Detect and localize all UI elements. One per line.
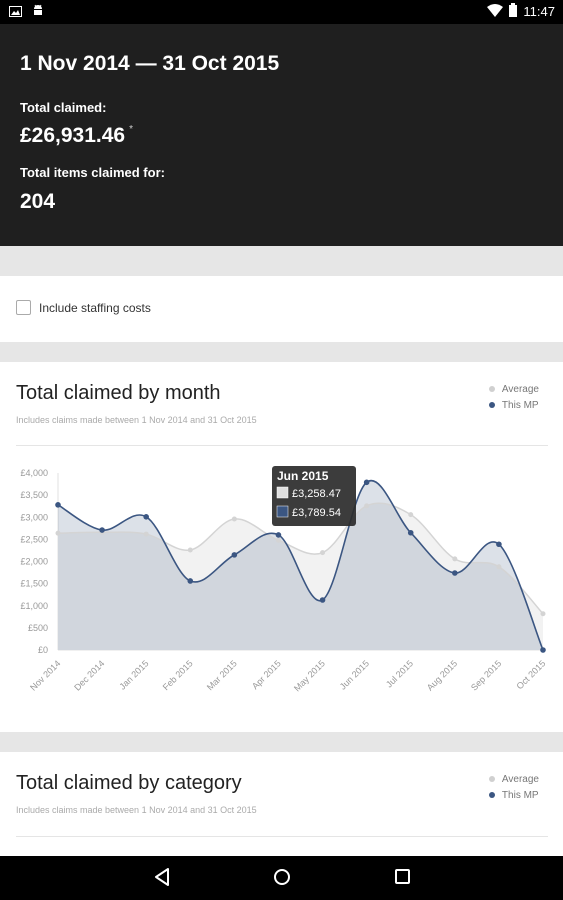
x-tick-label: Sep 2015 [469,658,503,692]
x-tick-label: Jul 2015 [384,658,415,689]
home-icon[interactable] [273,868,291,891]
total-items-label: Total items claimed for: [20,165,165,180]
category-legend-this-mp-dot [488,792,495,798]
options-card: Include staffing costs [0,276,563,342]
average-point [320,550,326,556]
month-card-divider [16,445,548,446]
tooltip-average-swatch [276,486,289,499]
x-tick-label: Jun 2015 [338,658,371,691]
this-mp-point [319,597,326,603]
recent-apps-icon[interactable] [394,868,410,891]
category-legend-item-this-mp[interactable]: This MP [488,787,539,803]
average-point [231,516,237,522]
wifi-icon [487,3,504,20]
include-staffing-checkbox[interactable] [16,300,31,315]
x-tick-label: Jan 2015 [117,658,150,691]
average-point [187,547,193,553]
month-card-title: Total claimed by month [16,382,221,404]
x-tick-label: May 2015 [292,658,327,693]
this-mp-point [187,578,194,584]
this-mp-point [452,570,458,576]
include-staffing-label: Include staffing costs [39,300,151,315]
month-card-subtitle: Includes claims made between 1 Nov 2014 … [16,415,257,425]
legend-this-mp-dot [488,402,495,408]
total-items-value: 204 [20,190,56,213]
y-tick-label: £1,500 [20,579,48,589]
category-legend-average-dot [488,776,495,782]
tooltip-title: Jun 2015 [277,469,329,483]
legend-item-average[interactable]: Average [488,381,539,397]
gallery-notification-icon [9,4,22,22]
average-point [55,530,61,536]
navigation-bar [0,856,563,900]
total-claimed-value-row: £26,931.46 * [20,124,133,148]
x-tick-label: Feb 2015 [161,658,195,692]
category-legend-item-average[interactable]: Average [488,771,539,787]
this-mp-point [275,532,282,538]
this-mp-point [231,552,238,558]
total-claimed-label: Total claimed: [20,100,107,115]
month-chart[interactable]: £0 £500 £1,000 £1,500 £2,000 £2,500 £3,000 £3,5… [0,452,563,742]
average-point [540,611,546,617]
x-tick-label: Nov 2014 [28,658,62,692]
x-tick-label: Dec 2014 [72,658,106,692]
month-legend: Average This MP [488,381,539,413]
this-mp-point [496,541,502,548]
tooltip-this-mp-swatch [276,505,289,518]
total-claimed-value: £26,931.46 [20,124,126,147]
this-mp-point [55,502,61,508]
month-chart-card: Total claimed by month Includes claims m… [0,362,563,732]
category-card-title: Total claimed by category [16,772,242,794]
status-time: 11:47 [523,4,555,19]
period-title: 1 Nov 2014 — 31 Oct 2015 [20,52,280,75]
average-point [143,531,149,537]
include-staffing-row[interactable]: Include staffing costs [16,300,151,315]
legend-this-mp-label: This MP [501,399,539,411]
y-tick-label: £2,000 [20,557,48,567]
legend-average-label: Average [501,383,539,395]
this-mp-point [540,647,546,653]
this-mp-point [363,479,370,486]
average-point [496,564,502,570]
y-tick-label: £3,500 [20,490,48,500]
category-card-divider [16,836,548,837]
y-tick-label: £500 [28,623,48,633]
this-mp-point [99,527,105,533]
y-tick-label: £4,000 [20,468,48,478]
summary-header: 1 Nov 2014 — 31 Oct 2015 Total claimed: … [0,24,563,246]
tooltip-average-value: £3,258.47 [292,488,341,500]
average-point [275,537,281,543]
android-debug-icon [32,4,44,22]
category-legend-average-label: Average [501,773,539,785]
average-point [452,556,458,562]
x-tick-label: Apr 2015 [250,658,283,691]
this-mp-point [407,529,414,536]
this-mp-point [143,514,149,520]
legend-average-dot [488,386,495,392]
x-tick-label: Mar 2015 [205,658,239,692]
category-card-subtitle: Includes claims made between 1 Nov 2014 … [16,805,257,815]
category-legend: Average This MP [488,771,539,803]
x-tick-label: Aug 2015 [425,658,459,692]
status-bar: 11:47 [0,0,563,24]
back-icon[interactable] [154,868,170,891]
category-legend-this-mp-label: This MP [501,789,539,801]
battery-icon [509,3,518,20]
y-tick-label: £1,000 [20,601,48,611]
legend-item-this-mp[interactable]: This MP [488,397,539,413]
y-tick-label: £3,000 [20,512,48,522]
y-tick-label: £0 [38,645,48,655]
x-tick-label: Oct 2015 [515,658,548,691]
y-tick-label: £2,500 [20,534,48,544]
average-point [364,503,370,509]
tooltip-this-mp-value: £3,789.54 [292,507,341,519]
category-chart-card: Total claimed by category Includes claim… [0,752,563,862]
total-claimed-footnote: * [129,124,134,135]
average-point [408,512,414,518]
